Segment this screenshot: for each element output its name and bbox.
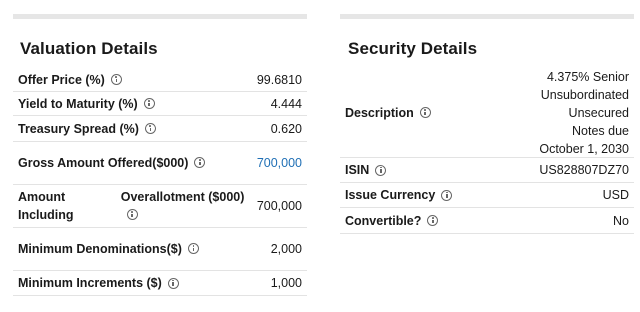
offer-price-label: Offer Price (%) xyxy=(18,72,105,87)
security-details-rows: Description 4.375% Senior Unsubordinated… xyxy=(340,66,634,234)
minimum-increments-value: 1,000 xyxy=(270,276,302,290)
info-icon[interactable] xyxy=(441,189,453,201)
isin-label: ISIN xyxy=(345,163,370,177)
description-label: Description xyxy=(345,105,414,120)
treasury-spread-value: 0.620 xyxy=(270,121,302,136)
gross-amount-offered-label-line1: Gross Amount Offered xyxy=(18,156,153,170)
valuation-details-panel: Valuation Details Offer Price (%) 99.681… xyxy=(13,14,307,296)
row-convertible: Convertible? No xyxy=(340,208,634,234)
amount-including-value: 700,000 xyxy=(256,199,302,213)
info-icon[interactable] xyxy=(110,74,122,85)
yield-to-maturity-value: 4.444 xyxy=(270,96,302,111)
description-line: October 1, 2030 xyxy=(539,141,629,156)
info-icon[interactable] xyxy=(143,98,155,109)
info-icon[interactable] xyxy=(126,209,138,220)
minimum-denominations-label-line2: ($) xyxy=(166,242,182,256)
info-icon[interactable] xyxy=(427,215,439,226)
row-treasury-spread: Treasury Spread (%) 0.620 xyxy=(13,116,307,142)
treasury-spread-label: Treasury Spread (%) xyxy=(18,121,139,136)
row-description: Description 4.375% Senior Unsubordinated… xyxy=(340,66,634,158)
description-line: Unsecured xyxy=(568,105,629,120)
amount-including-label-line1: Amount Including xyxy=(18,190,74,222)
minimum-increments-label: Minimum Increments ($) xyxy=(18,276,162,290)
row-issue-currency: Issue Currency USD xyxy=(340,183,634,208)
info-icon[interactable] xyxy=(144,123,156,134)
amount-including-label-line2: Overallotment ($000) xyxy=(120,190,245,204)
description-line: Unsubordinated xyxy=(540,87,629,102)
gross-amount-offered-label-line2: ($000) xyxy=(152,156,189,170)
info-icon[interactable] xyxy=(194,157,206,168)
description-line: Notes due xyxy=(572,123,629,138)
description-line: 4.375% Senior xyxy=(546,69,629,84)
convertible-value: No xyxy=(613,213,629,228)
row-isin: ISIN US828807DZ70 xyxy=(340,158,634,183)
security-details-panel: Security Details Description 4.375% Seni… xyxy=(340,14,634,234)
description-value: 4.375% Senior Unsubordinated Unsecured N… xyxy=(539,68,629,158)
minimum-denominations-label-line1: Minimum Denominations xyxy=(18,242,167,256)
row-offer-price: Offer Price (%) 99.6810 xyxy=(13,66,307,92)
convertible-label: Convertible? xyxy=(345,213,422,228)
info-icon[interactable] xyxy=(419,107,431,118)
issue-currency-label: Issue Currency xyxy=(345,188,436,202)
row-yield-to-maturity: Yield to Maturity (%) 4.444 xyxy=(13,92,307,116)
isin-value: US828807DZ70 xyxy=(539,163,629,177)
minimum-denominations-value: 2,000 xyxy=(270,242,302,256)
offer-price-value: 99.6810 xyxy=(256,72,302,87)
row-gross-amount-offered: Gross Amount Offered ($000) 700,000 xyxy=(13,142,307,185)
issue-currency-value: USD xyxy=(602,188,629,202)
valuation-details-rows: Offer Price (%) 99.6810 Yield to Maturit… xyxy=(13,66,307,296)
info-icon[interactable] xyxy=(187,243,199,254)
gross-amount-offered-value-link[interactable]: 700,000 xyxy=(257,154,302,172)
info-icon[interactable] xyxy=(167,277,179,289)
valuation-details-title: Valuation Details xyxy=(20,39,158,58)
row-minimum-denominations: Minimum Denominations ($) 2,000 xyxy=(13,228,307,271)
security-details-title: Security Details xyxy=(348,39,478,58)
info-icon[interactable] xyxy=(375,164,387,176)
row-amount-including-overallotment: Amount Including Overallotment ($000) 70… xyxy=(13,185,307,228)
yield-to-maturity-label: Yield to Maturity (%) xyxy=(18,96,138,111)
row-minimum-increments: Minimum Increments ($) 1,000 xyxy=(13,271,307,296)
